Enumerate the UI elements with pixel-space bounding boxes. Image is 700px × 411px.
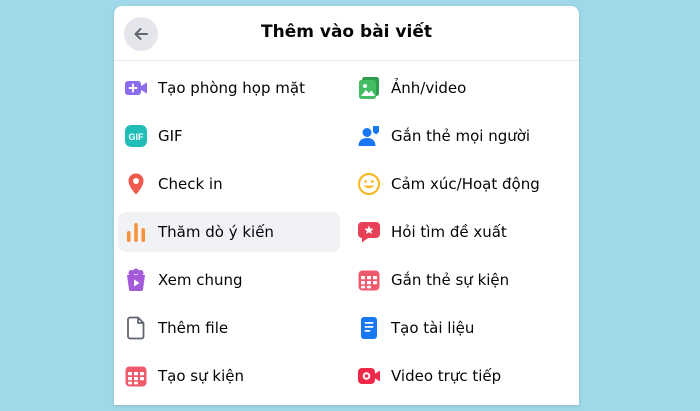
- option-label: Tạo sự kiện: [158, 367, 244, 385]
- options-grid: Tạo phòng họp mặt Ảnh/video GIF GIF Gắn …: [118, 68, 575, 396]
- option-photo-video[interactable]: Ảnh/video: [351, 68, 573, 108]
- option-feeling-activity[interactable]: Cảm xúc/Hoạt động: [351, 164, 573, 204]
- option-label: Tạo tài liệu: [391, 319, 475, 337]
- file-icon: [124, 316, 148, 340]
- dialog-title: Thêm vào bài viết: [261, 22, 432, 42]
- option-poll[interactable]: Thăm dò ý kiến: [118, 212, 340, 252]
- live-video-icon: [357, 364, 381, 388]
- option-video-room[interactable]: Tạo phòng họp mặt: [118, 68, 340, 108]
- gif-icon: GIF: [124, 124, 148, 148]
- location-pin-icon: [124, 172, 148, 196]
- option-label: Gắn thẻ sự kiện: [391, 271, 510, 289]
- watch-party-icon: [124, 268, 148, 292]
- svg-text:GIF: GIF: [129, 132, 145, 142]
- calendar-icon: [124, 364, 148, 388]
- option-label: Thêm file: [158, 319, 229, 337]
- option-add-file[interactable]: Thêm file: [118, 308, 340, 348]
- recommendation-icon: [357, 220, 381, 244]
- option-watch-party[interactable]: Xem chung: [118, 260, 340, 300]
- option-label: GIF: [158, 127, 183, 145]
- photo-video-icon: [357, 76, 381, 100]
- option-label: Video trực tiếp: [391, 367, 502, 385]
- option-create-event[interactable]: Tạo sự kiện: [118, 356, 340, 396]
- option-ask-recommendations[interactable]: Hỏi tìm đề xuất: [351, 212, 573, 252]
- option-gif[interactable]: GIF GIF: [118, 116, 340, 156]
- option-tag-people[interactable]: Gắn thẻ mọi người: [351, 116, 573, 156]
- option-label: Hỏi tìm đề xuất: [391, 223, 507, 241]
- option-label: Tạo phòng họp mặt: [158, 79, 305, 97]
- option-label: Xem chung: [158, 271, 243, 289]
- poll-icon: [124, 220, 148, 244]
- option-label: Ảnh/video: [391, 79, 467, 97]
- dialog-header: Thêm vào bài viết: [114, 6, 579, 61]
- option-label: Thăm dò ý kiến: [158, 223, 274, 241]
- feeling-emoji-icon: [357, 172, 381, 196]
- option-label: Gắn thẻ mọi người: [391, 127, 531, 145]
- video-call-icon: [124, 76, 148, 100]
- option-label: Check in: [158, 175, 223, 193]
- option-live-video[interactable]: Video trực tiếp: [351, 356, 573, 396]
- tag-people-icon: [357, 124, 381, 148]
- option-tag-event[interactable]: Gắn thẻ sự kiện: [351, 260, 573, 300]
- option-create-document[interactable]: Tạo tài liệu: [351, 308, 573, 348]
- tag-event-icon: [357, 268, 381, 292]
- document-icon: [357, 316, 381, 340]
- add-to-post-dialog: Thêm vào bài viết Tạo phòng họp mặt Ảnh/…: [114, 6, 579, 405]
- option-check-in[interactable]: Check in: [118, 164, 340, 204]
- option-label: Cảm xúc/Hoạt động: [391, 175, 540, 193]
